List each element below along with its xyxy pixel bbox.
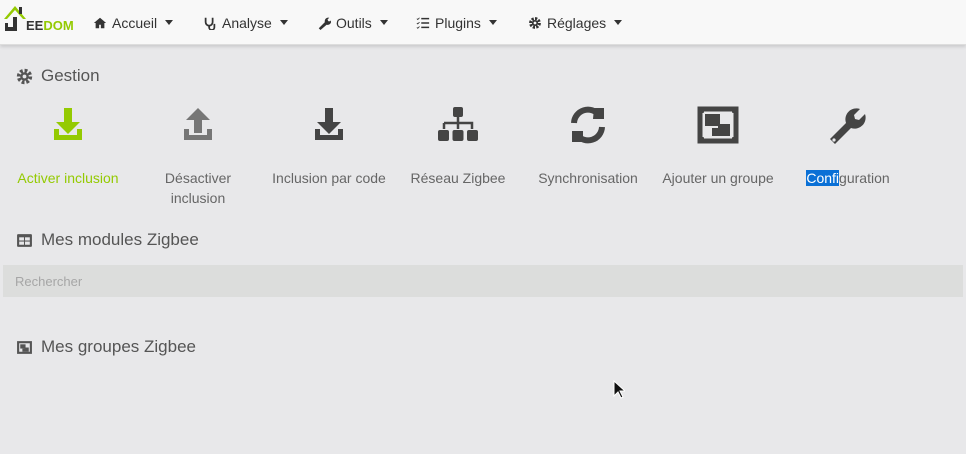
search-input[interactable] <box>3 265 963 297</box>
action-desactiver-inclusion[interactable]: Désactiver inclusion <box>148 103 248 208</box>
home-icon <box>93 17 107 28</box>
caret-down-icon <box>614 20 623 25</box>
nav-accueil[interactable]: Accueil <box>93 0 174 45</box>
object-group-icon <box>697 106 739 144</box>
nav-reglages[interactable]: Réglages <box>528 0 623 45</box>
action-synchronisation[interactable]: Synchronisation <box>536 103 640 188</box>
nav-label: Analyse <box>222 14 272 31</box>
cog-icon <box>529 16 541 29</box>
mouse-cursor-icon <box>613 380 625 399</box>
tasks-icon <box>416 16 430 29</box>
nav-label: Plugins <box>435 14 481 31</box>
nav-label: Accueil <box>112 14 158 31</box>
action-configuration[interactable]: Configuration <box>802 103 894 188</box>
caret-down-icon <box>279 20 288 25</box>
logo-text-ee: EE <box>26 18 44 33</box>
sitemap-icon <box>438 107 478 141</box>
selected-text: Confi <box>806 170 840 186</box>
sync-icon <box>571 106 605 144</box>
section-gestion-title: Gestion <box>16 66 100 86</box>
nav-label: Réglages <box>547 14 607 31</box>
wrench-icon <box>318 17 331 30</box>
action-ajouter-groupe[interactable]: Ajouter un groupe <box>660 103 776 188</box>
action-inclusion-par-code[interactable]: Inclusion par code <box>270 103 388 188</box>
nav-plugins[interactable]: Plugins <box>416 0 497 45</box>
stethoscope-icon <box>204 17 216 30</box>
section-modules-title: Mes modules Zigbee <box>16 230 199 250</box>
nav-label: Outils <box>336 14 372 31</box>
download-icon <box>315 108 343 140</box>
upload-icon <box>184 108 212 140</box>
action-activer-inclusion[interactable]: Activer inclusion <box>16 103 120 188</box>
nav-analyse[interactable]: Analyse <box>203 0 288 45</box>
section-groups-title: Mes groupes Zigbee <box>16 337 196 357</box>
wrench-icon <box>830 108 866 144</box>
caret-down-icon <box>488 20 497 25</box>
caret-down-icon <box>379 20 388 25</box>
caret-down-icon <box>165 20 174 25</box>
object-group-icon <box>17 340 32 354</box>
top-navbar: EEDOM Accueil Analyse Outils Plugins Rég… <box>0 0 966 45</box>
table-icon <box>17 233 32 247</box>
logo-text-dom: DOM <box>43 18 74 33</box>
jeedom-logo[interactable]: EEDOM <box>4 3 76 35</box>
action-reseau-zigbee[interactable]: Réseau Zigbee <box>410 103 506 188</box>
download-icon <box>54 108 82 140</box>
nav-outils[interactable]: Outils <box>317 0 388 45</box>
cog-icon <box>16 68 33 84</box>
